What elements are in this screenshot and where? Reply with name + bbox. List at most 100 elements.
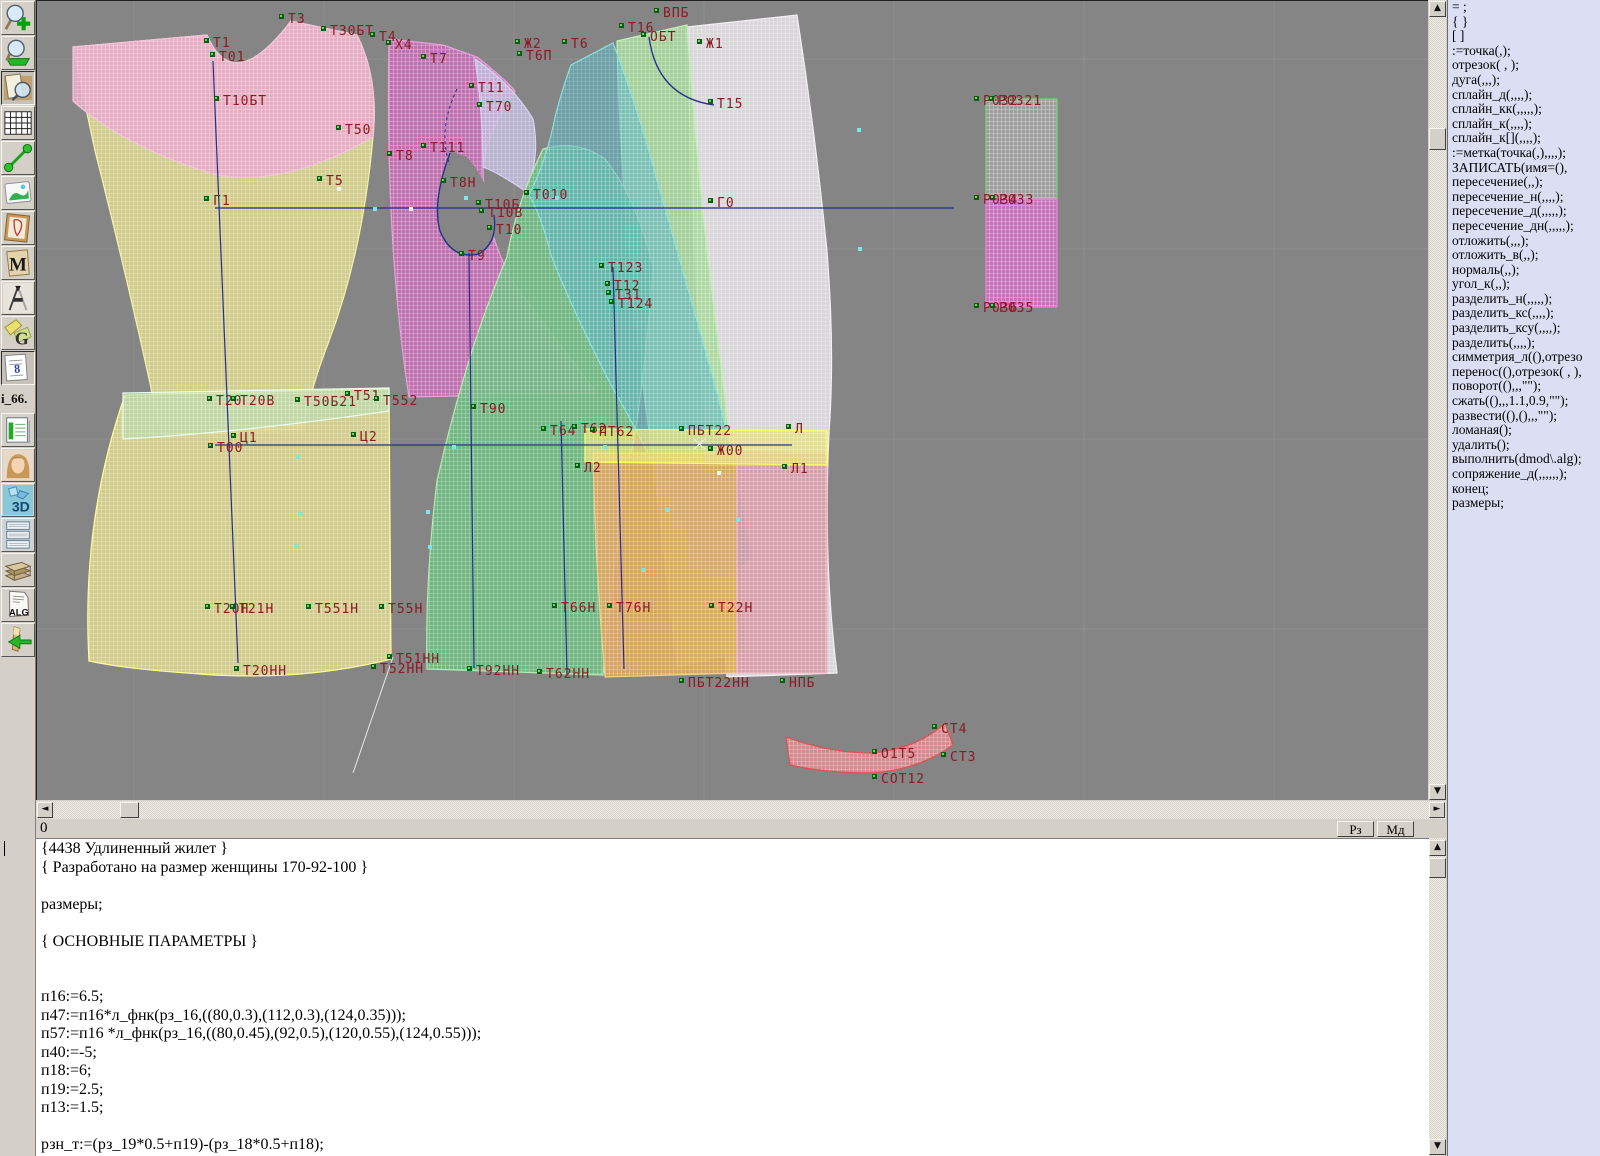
md-button[interactable]: Мд xyxy=(1377,821,1414,837)
command-item[interactable]: отложить(,,,); xyxy=(1448,234,1600,249)
canvas-label-Т30БТ: Т30БТ xyxy=(330,24,374,39)
rz-button[interactable]: Рз xyxy=(1337,821,1374,837)
zoom-out-icon-button[interactable] xyxy=(1,36,35,70)
command-item[interactable]: сплайн_д(,,,,); xyxy=(1448,88,1600,103)
dividers-icon xyxy=(3,283,33,313)
segment-icon-button[interactable] xyxy=(1,141,35,175)
canvas-vscroll-thumb[interactable] xyxy=(1429,128,1446,150)
canvas-label-Т20: Т20 xyxy=(216,394,242,409)
canvas-scroll-right-button[interactable]: ► xyxy=(1429,802,1445,818)
canvas-label-Т62НН: Т62НН xyxy=(546,667,590,682)
command-item[interactable]: :=точка(,); xyxy=(1448,44,1600,59)
canvas-scroll-up-button[interactable]: ▲ xyxy=(1429,1,1446,17)
canvas-label-ОБТ: ОБТ xyxy=(650,30,676,45)
pattern-piece-detail-rect-gray[interactable] xyxy=(986,99,1057,199)
alg-document-icon-button[interactable]: ALG xyxy=(1,588,35,622)
editor-vscroll-thumb[interactable] xyxy=(1429,858,1446,878)
books-icon-button[interactable] xyxy=(1,553,35,587)
pattern-piece-lower-panel-rose[interactable] xyxy=(737,451,827,673)
exit-icon-button[interactable] xyxy=(1,623,35,657)
command-item[interactable]: пересечение_н(,,,,); xyxy=(1448,190,1600,205)
g-letter-icon-button[interactable]: G xyxy=(1,316,35,350)
helper-dot xyxy=(426,510,430,514)
svg-text:3D: 3D xyxy=(12,498,30,514)
sheets-icon-button[interactable] xyxy=(1,518,35,552)
dividers-icon-button[interactable] xyxy=(1,281,35,315)
command-item[interactable]: { } xyxy=(1448,15,1600,30)
picture-icon xyxy=(3,178,33,208)
editor-scroll-up-button[interactable]: ▲ xyxy=(1429,840,1446,856)
command-item[interactable]: разделить_н(,,,,,); xyxy=(1448,292,1600,307)
three-d-icon: 3D xyxy=(3,485,33,515)
command-item[interactable]: сплайн_кк(,,,,,); xyxy=(1448,102,1600,117)
canvas-scroll-down-button[interactable]: ▼ xyxy=(1429,784,1446,800)
canvas-label-Т20В: Т20В xyxy=(240,394,275,409)
pattern-piece-lower-panel-orange[interactable] xyxy=(593,453,737,677)
three-d-icon-button[interactable]: 3D xyxy=(1,483,35,517)
canvas-svg[interactable]: Т3Т30БТТ4Х4Т1Т01Т10БТТ7Т11Т70Т50Т111Т8Т5… xyxy=(37,1,1428,800)
m-letter-icon-button[interactable]: M xyxy=(1,246,35,280)
drawing-canvas[interactable]: Т3Т30БТТ4Х4Т1Т01Т10БТТ7Т11Т70Т50Т111Т8Т5… xyxy=(36,0,1428,800)
command-item[interactable]: сжать((),,,1.1,0.9,""); xyxy=(1448,394,1600,409)
command-item[interactable]: ломаная(); xyxy=(1448,423,1600,438)
command-item[interactable]: поворот((),,,""); xyxy=(1448,379,1600,394)
command-item[interactable]: выполнить(dmod\.alg); xyxy=(1448,452,1600,467)
grid-icon-button[interactable] xyxy=(1,106,35,140)
command-item[interactable]: удалить(); xyxy=(1448,438,1600,453)
pattern-card-icon-button[interactable] xyxy=(1,211,35,245)
helper-dot xyxy=(428,545,432,549)
portrait-icon xyxy=(3,450,33,480)
command-item[interactable]: = ; xyxy=(1448,0,1600,15)
command-item[interactable]: разделить(,,,,); xyxy=(1448,336,1600,351)
command-item[interactable]: разделить_ксу(,,,,); xyxy=(1448,321,1600,336)
program-editor[interactable]: {4438 Удлиненный жилет } { Разработано н… xyxy=(36,838,1429,1156)
canvas-label-Г1: Г1 xyxy=(213,194,231,209)
command-item[interactable]: [ ] xyxy=(1448,29,1600,44)
command-item[interactable]: перенос((),отрезок( , ), xyxy=(1448,365,1600,380)
canvas-label-Т51НН: Т51НН xyxy=(396,652,440,667)
command-item[interactable]: отложить_в(,,); xyxy=(1448,248,1600,263)
command-item[interactable]: отрезок( , ); xyxy=(1448,58,1600,73)
text-caret xyxy=(4,841,5,856)
notes-icon-button[interactable]: 8 xyxy=(1,351,35,385)
command-item[interactable]: пересечение(,,); xyxy=(1448,175,1600,190)
m-letter-icon: M xyxy=(3,248,33,278)
canvas-label-Т6П: Т6П xyxy=(526,49,552,64)
command-item[interactable]: конец; xyxy=(1448,482,1600,497)
editor-vscrollbar[interactable] xyxy=(1429,838,1446,1156)
canvas-scroll-left-button[interactable]: ◄ xyxy=(37,802,53,818)
command-item[interactable]: дуга(,,,); xyxy=(1448,73,1600,88)
command-item[interactable]: нормаль(,,); xyxy=(1448,263,1600,278)
command-item[interactable]: симметрия_л((),отрезо xyxy=(1448,350,1600,365)
canvas-label-Т01: Т01 xyxy=(219,50,245,65)
preview-document-icon-button[interactable] xyxy=(1,71,35,105)
canvas-hscroll-thumb[interactable] xyxy=(120,802,139,818)
portrait-icon-button[interactable] xyxy=(1,448,35,482)
zoom-in-icon-button[interactable] xyxy=(1,1,35,35)
canvas-label-Т50Б21: Т50Б21 xyxy=(304,395,357,410)
helper-dot xyxy=(337,187,341,191)
command-item[interactable]: развести((),(),,,""); xyxy=(1448,409,1600,424)
canvas-label-Р033: Р033 xyxy=(999,193,1034,208)
canvas-hscrollbar[interactable] xyxy=(36,801,1446,819)
picture-icon-button[interactable] xyxy=(1,176,35,210)
canvas-label-Т6: Т6 xyxy=(571,37,589,52)
command-item[interactable]: сопряжение_д(,,,,,,); xyxy=(1448,467,1600,482)
helper-dot xyxy=(555,196,559,200)
command-item[interactable]: размеры; xyxy=(1448,496,1600,511)
table-icon-button[interactable] xyxy=(1,413,35,447)
command-item[interactable]: пересечение_дн(,,,,,); xyxy=(1448,219,1600,234)
command-item[interactable]: ЗАПИСАТЬ(имя=(), xyxy=(1448,161,1600,176)
command-item[interactable]: угол_к(,,); xyxy=(1448,277,1600,292)
svg-text:8: 8 xyxy=(14,361,21,375)
editor-scroll-down-button[interactable]: ▼ xyxy=(1429,1139,1446,1155)
canvas-label-Ж1: Ж1 xyxy=(706,37,724,52)
pattern-piece-detail-rect-magenta[interactable] xyxy=(986,199,1057,307)
command-item[interactable]: сплайн_к[](,,,,); xyxy=(1448,131,1600,146)
canvas-vscrollbar[interactable] xyxy=(1429,0,1446,800)
command-item[interactable]: разделить_кс(,,,,); xyxy=(1448,306,1600,321)
status-value: 0 xyxy=(40,820,48,837)
command-item[interactable]: :=метка(точка(,),,,,); xyxy=(1448,146,1600,161)
command-item[interactable]: сплайн_к(,,,,); xyxy=(1448,117,1600,132)
command-item[interactable]: пересечение_д(,,,,,); xyxy=(1448,204,1600,219)
